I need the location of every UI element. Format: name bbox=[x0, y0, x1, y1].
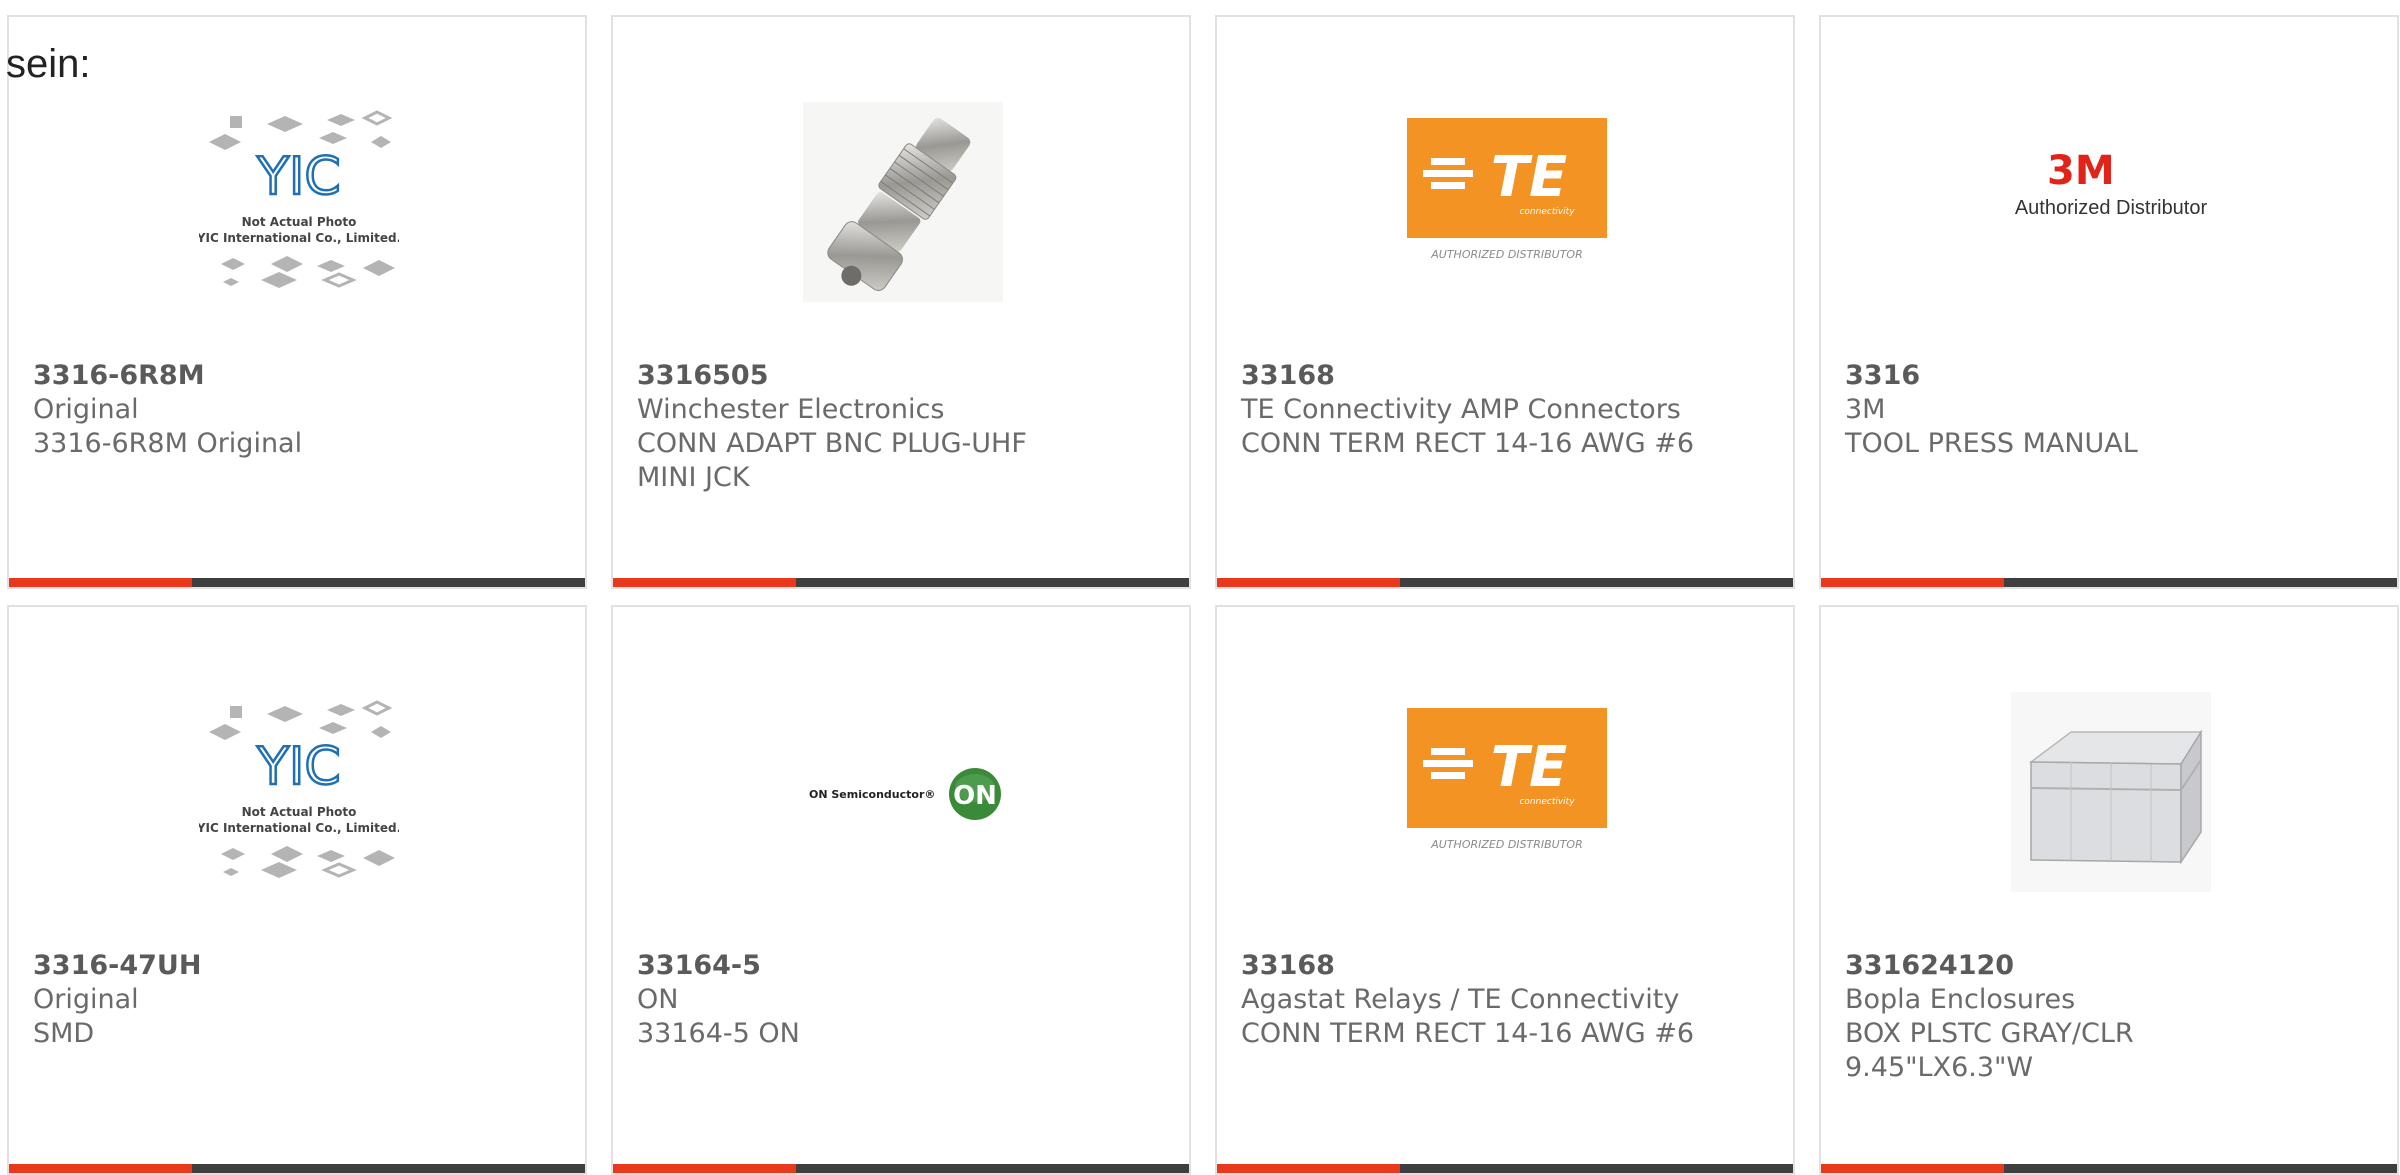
product-image[interactable] bbox=[803, 102, 1003, 302]
card-accent bbox=[1217, 1164, 1400, 1173]
product-info: 33168 TE Connectivity AMP Connectors CON… bbox=[1241, 359, 1773, 461]
product-card-331624120[interactable]: 331624120 Bopla Enclosures BOX PLSTC GRA… bbox=[1819, 605, 2399, 1175]
product-info: 3316-6R8M Original 3316-6R8M Original bbox=[33, 359, 565, 461]
product-image[interactable]: ON Semiconductor® ON bbox=[803, 692, 1003, 892]
card-accent bbox=[613, 1164, 796, 1173]
card-bottom-bar bbox=[613, 578, 1189, 587]
page-heading: sein: bbox=[6, 42, 91, 86]
te-logo: TE connectivity AUTHORIZED DISTRIBUTOR bbox=[1407, 708, 1607, 851]
card-bottom-bar bbox=[1217, 1164, 1793, 1173]
card-accent bbox=[613, 578, 796, 587]
manufacturer: Winchester Electronics bbox=[637, 394, 945, 425]
card-bottom-bar bbox=[613, 1164, 1189, 1173]
card-bottom-bar bbox=[9, 578, 585, 587]
product-image[interactable]: YIC Not Actual Photo YIC International C… bbox=[199, 692, 399, 892]
product-image[interactable] bbox=[2011, 692, 2211, 892]
product-image[interactable]: TE connectivity AUTHORIZED DISTRIBUTOR bbox=[1407, 102, 1607, 302]
product-info: 33164-5 ON 33164-5 ON bbox=[637, 949, 1169, 1051]
svg-text:Not Actual Photo: Not Actual Photo bbox=[242, 805, 357, 819]
description: CONN ADAPT BNC PLUG-UHF bbox=[637, 428, 1027, 459]
part-number[interactable]: 331624120 bbox=[1845, 949, 2377, 983]
enclosure-box-photo bbox=[2011, 692, 2211, 892]
product-card-3316-6r8m[interactable]: YIC Not Actual Photo YIC International C… bbox=[7, 15, 587, 589]
product-card-33168-agastat[interactable]: TE connectivity AUTHORIZED DISTRIBUTOR 3… bbox=[1215, 605, 1795, 1175]
svg-text:connectivity: connectivity bbox=[1519, 797, 1575, 807]
bnc-adapter-photo bbox=[803, 102, 1003, 302]
on-semiconductor-logo: ON Semiconductor® ON bbox=[809, 768, 1001, 820]
product-info: 3316 3M TOOL PRESS MANUAL bbox=[1845, 359, 2377, 461]
te-logo: TE connectivity AUTHORIZED DISTRIBUTOR bbox=[1407, 118, 1607, 261]
product-info: 331624120 Bopla Enclosures BOX PLSTC GRA… bbox=[1845, 949, 2377, 1085]
manufacturer: Bopla Enclosures bbox=[1845, 984, 2076, 1015]
card-bottom-bar bbox=[9, 1164, 585, 1173]
description-continued: 9.45"LX6.3"W bbox=[1845, 1052, 2034, 1083]
part-number[interactable]: 3316505 bbox=[637, 359, 1169, 393]
product-card-3316505[interactable]: 3316505 Winchester Electronics CONN ADAP… bbox=[611, 15, 1191, 589]
svg-text:3M: 3M bbox=[2047, 148, 2115, 194]
part-number[interactable]: 3316-6R8M bbox=[33, 359, 565, 393]
svg-text:YIC International Co., Limited: YIC International Co., Limited. bbox=[199, 821, 399, 835]
part-number[interactable]: 33168 bbox=[1241, 949, 1773, 983]
product-card-33168[interactable]: TE connectivity AUTHORIZED DISTRIBUTOR 3… bbox=[1215, 15, 1795, 589]
svg-text:AUTHORIZED DISTRIBUTOR: AUTHORIZED DISTRIBUTOR bbox=[1430, 838, 1583, 851]
description: CONN TERM RECT 14-16 AWG #6 bbox=[1241, 428, 1695, 459]
part-number[interactable]: 3316-47UH bbox=[33, 949, 565, 983]
svg-text:Authorized Distributor: Authorized Distributor bbox=[2015, 197, 2208, 219]
svg-text:TE: TE bbox=[1491, 145, 1567, 210]
description: TOOL PRESS MANUAL bbox=[1845, 428, 2138, 459]
3m-logo: 3M Authorized Distributor bbox=[2015, 148, 2208, 219]
product-image[interactable]: YIC Not Actual Photo YIC International C… bbox=[199, 102, 399, 302]
part-number[interactable]: 33164-5 bbox=[637, 949, 1169, 983]
card-bottom-bar bbox=[1821, 578, 2397, 587]
description: SMD bbox=[33, 1018, 95, 1049]
card-accent bbox=[1217, 578, 1400, 587]
manufacturer: Original bbox=[33, 394, 139, 425]
svg-text:AUTHORIZED DISTRIBUTOR: AUTHORIZED DISTRIBUTOR bbox=[1430, 248, 1583, 261]
product-info: 3316505 Winchester Electronics CONN ADAP… bbox=[637, 359, 1169, 495]
product-image[interactable]: TE connectivity AUTHORIZED DISTRIBUTOR bbox=[1407, 692, 1607, 892]
manufacturer: ON bbox=[637, 984, 679, 1015]
card-accent bbox=[9, 578, 192, 587]
description: 33164-5 ON bbox=[637, 1018, 800, 1049]
card-bottom-bar bbox=[1217, 578, 1793, 587]
manufacturer: Agastat Relays / TE Connectivity bbox=[1241, 984, 1680, 1015]
yic-placeholder-icon: YIC Not Actual Photo YIC International C… bbox=[199, 700, 399, 878]
svg-text:ON Semiconductor®: ON Semiconductor® bbox=[809, 788, 935, 801]
card-accent bbox=[1821, 578, 2004, 587]
manufacturer: 3M bbox=[1845, 394, 1886, 425]
card-accent bbox=[1821, 1164, 2004, 1173]
svg-text:ON: ON bbox=[953, 781, 997, 811]
svg-text:YIC International Co., Limited: YIC International Co., Limited. bbox=[199, 231, 399, 245]
product-card-33164-5[interactable]: ON Semiconductor® ON 33164-5 ON 33164-5 … bbox=[611, 605, 1191, 1175]
svg-text:YIC: YIC bbox=[256, 147, 340, 207]
description-continued: MINI JCK bbox=[637, 462, 750, 493]
part-number[interactable]: 3316 bbox=[1845, 359, 2377, 393]
manufacturer: Original bbox=[33, 984, 139, 1015]
yic-placeholder-icon: YIC Not Actual Photo YIC International C… bbox=[199, 110, 399, 288]
part-number[interactable]: 33168 bbox=[1241, 359, 1773, 393]
product-card-3316[interactable]: 3M Authorized Distributor 3316 3M TOOL P… bbox=[1819, 15, 2399, 589]
description: BOX PLSTC GRAY/CLR bbox=[1845, 1018, 2134, 1049]
product-card-3316-47uh[interactable]: YIC Not Actual Photo YIC International C… bbox=[7, 605, 587, 1175]
svg-text:YIC: YIC bbox=[256, 737, 340, 797]
svg-text:Not Actual Photo: Not Actual Photo bbox=[242, 215, 357, 229]
product-info: 33168 Agastat Relays / TE Connectivity C… bbox=[1241, 949, 1773, 1051]
svg-text:connectivity: connectivity bbox=[1519, 207, 1575, 217]
manufacturer: TE Connectivity AMP Connectors bbox=[1241, 394, 1681, 425]
product-image[interactable]: 3M Authorized Distributor bbox=[2011, 102, 2211, 302]
svg-text:TE: TE bbox=[1491, 735, 1567, 800]
description: CONN TERM RECT 14-16 AWG #6 bbox=[1241, 1018, 1695, 1049]
description: 3316-6R8M Original bbox=[33, 428, 303, 459]
product-info: 3316-47UH Original SMD bbox=[33, 949, 565, 1051]
card-bottom-bar bbox=[1821, 1164, 2397, 1173]
card-accent bbox=[9, 1164, 192, 1173]
